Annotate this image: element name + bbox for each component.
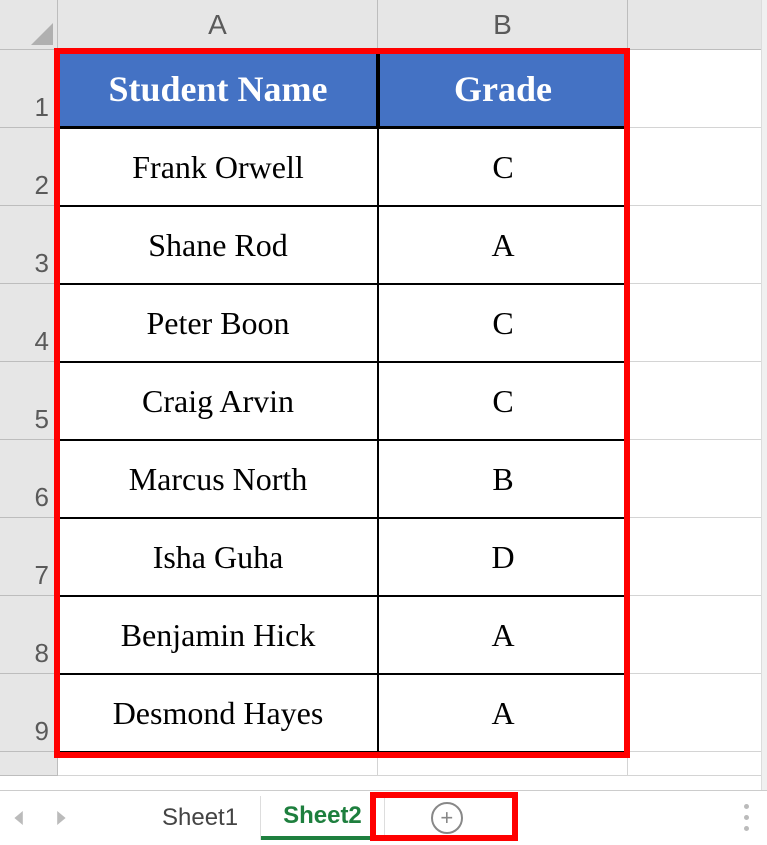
- row-header-1[interactable]: 1: [0, 50, 58, 128]
- table-row: [58, 752, 767, 776]
- cell-grade[interactable]: A: [378, 596, 628, 674]
- select-all-triangle-icon: [31, 23, 53, 45]
- cell-grade[interactable]: A: [378, 674, 628, 752]
- cell-empty[interactable]: [628, 596, 767, 674]
- row-header-3[interactable]: 3: [0, 206, 58, 284]
- cell-grade[interactable]: C: [378, 128, 628, 206]
- cell-name[interactable]: Frank Orwell: [58, 128, 378, 206]
- table-row: Frank Orwell C: [58, 128, 767, 206]
- table-row: Desmond Hayes A: [58, 674, 767, 752]
- tab-options-icon[interactable]: [744, 804, 749, 831]
- cell-empty[interactable]: [628, 128, 767, 206]
- cell-empty[interactable]: [628, 206, 767, 284]
- table-row: Peter Boon C: [58, 284, 767, 362]
- plus-icon: +: [431, 802, 463, 834]
- column-header-b[interactable]: B: [378, 0, 628, 50]
- cell-empty[interactable]: [628, 518, 767, 596]
- cell-empty[interactable]: [628, 752, 767, 776]
- row-header-2[interactable]: 2: [0, 128, 58, 206]
- cell-name[interactable]: Benjamin Hick: [58, 596, 378, 674]
- table-row: Marcus North B: [58, 440, 767, 518]
- column-headers: A B: [58, 0, 767, 50]
- table-row: Benjamin Hick A: [58, 596, 767, 674]
- select-all-corner[interactable]: [0, 0, 58, 50]
- row-header-10[interactable]: [0, 752, 58, 776]
- chevron-right-icon: [53, 811, 67, 825]
- row-header-4[interactable]: 4: [0, 284, 58, 362]
- chevron-left-icon: [13, 811, 27, 825]
- cell-name[interactable]: Desmond Hayes: [58, 674, 378, 752]
- cell-name[interactable]: Craig Arvin: [58, 362, 378, 440]
- cell-c1[interactable]: [628, 50, 767, 128]
- header-student-name[interactable]: Student Name: [58, 50, 378, 128]
- cell-name[interactable]: Peter Boon: [58, 284, 378, 362]
- row-header-7[interactable]: 7: [0, 518, 58, 596]
- cell-name[interactable]: Shane Rod: [58, 206, 378, 284]
- row-header-5[interactable]: 5: [0, 362, 58, 440]
- header-grade[interactable]: Grade: [378, 50, 628, 128]
- cell-grade[interactable]: A: [378, 206, 628, 284]
- cell-grade[interactable]: B: [378, 440, 628, 518]
- row-header-8[interactable]: 8: [0, 596, 58, 674]
- cell-name[interactable]: Isha Guha: [58, 518, 378, 596]
- column-header-a[interactable]: A: [58, 0, 378, 50]
- cell-grade[interactable]: C: [378, 362, 628, 440]
- cell-empty[interactable]: [628, 440, 767, 518]
- tab-sheet1[interactable]: Sheet1: [140, 796, 261, 840]
- cell-empty[interactable]: [628, 362, 767, 440]
- row-header-9[interactable]: 9: [0, 674, 58, 752]
- tab-nav-prev[interactable]: [0, 791, 40, 845]
- column-header-c[interactable]: [628, 0, 767, 50]
- sheet-tab-bar: Sheet1 Sheet2 +: [0, 790, 767, 844]
- tab-nav-next[interactable]: [40, 791, 80, 845]
- row-header-6[interactable]: 6: [0, 440, 58, 518]
- cell-grade[interactable]: D: [378, 518, 628, 596]
- cell-empty[interactable]: [628, 284, 767, 362]
- tab-sheet2[interactable]: Sheet2: [261, 796, 385, 840]
- table-row: Isha Guha D: [58, 518, 767, 596]
- cell-empty[interactable]: [378, 752, 628, 776]
- cell-empty[interactable]: [58, 752, 378, 776]
- cell-grade[interactable]: C: [378, 284, 628, 362]
- row-headers: 1 2 3 4 5 6 7 8 9: [0, 50, 58, 776]
- new-sheet-button[interactable]: +: [425, 796, 469, 840]
- table-row: Craig Arvin C: [58, 362, 767, 440]
- cell-name[interactable]: Marcus North: [58, 440, 378, 518]
- vertical-scrollbar[interactable]: [761, 0, 767, 790]
- table-row: Shane Rod A: [58, 206, 767, 284]
- cell-grid: Student Name Grade Frank Orwell C Shane …: [58, 50, 767, 776]
- table-row: Student Name Grade: [58, 50, 767, 128]
- cell-empty[interactable]: [628, 674, 767, 752]
